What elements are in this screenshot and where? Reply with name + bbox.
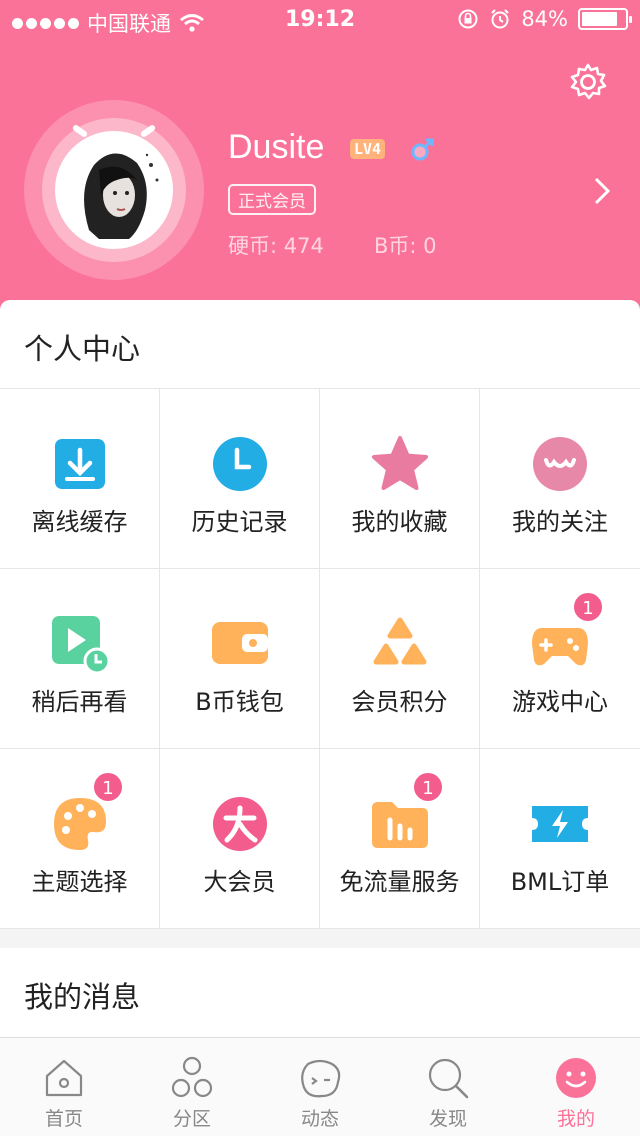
tab-dynamic[interactable]: 动态 <box>256 1038 384 1136</box>
grid-item-label: 大会员 <box>203 868 276 896</box>
grid-row: 稍后再看 B币钱包 会员积分 1 游戏中心 <box>0 569 640 749</box>
grid-item-label: 我的关注 <box>512 508 608 536</box>
wallet-icon <box>212 622 268 664</box>
tab-label: 分区 <box>172 1108 211 1130</box>
notification-badge: 1 <box>92 771 124 803</box>
notification-badge: 1 <box>412 771 444 803</box>
clock-icon <box>213 437 267 491</box>
battery-percent: 84% <box>521 7 568 31</box>
vip-icon <box>213 797 267 851</box>
follow-icon <box>533 437 587 491</box>
tab-label: 我的 <box>556 1108 595 1130</box>
grid-item-label: 主题选择 <box>31 868 128 896</box>
download-icon <box>55 439 105 489</box>
grid-item-label: 我的收藏 <box>351 508 448 536</box>
grid-item-watch-later[interactable]: 稍后再看 <box>0 569 160 748</box>
battery-icon <box>578 8 632 30</box>
profile-icon <box>556 1058 596 1098</box>
grid-item-game-center[interactable]: 1 游戏中心 <box>480 569 640 748</box>
category-icon <box>171 1056 213 1098</box>
ticket-icon <box>532 806 588 842</box>
settings-gear-icon[interactable] <box>568 62 608 102</box>
grid-item-bml-order[interactable]: BML订单 <box>480 749 640 928</box>
search-icon <box>428 1058 469 1099</box>
grid-item-theme[interactable]: 1 主题选择 <box>0 749 160 928</box>
username: Dusite <box>228 128 325 166</box>
grid-row: 1 主题选择 大会员 1 免流量服务 BML订单 <box>0 749 640 929</box>
grid-item-following[interactable]: 我的关注 <box>480 389 640 568</box>
alarm-icon <box>491 9 510 29</box>
status-right: 84% <box>457 7 632 31</box>
tab-label: 动态 <box>300 1108 339 1130</box>
member-tag: 正式会员 <box>228 184 316 215</box>
tab-discover[interactable]: 发现 <box>384 1038 512 1136</box>
gamepad-icon <box>532 628 588 666</box>
coin-count: 硬币: 474 <box>228 234 324 258</box>
dynamic-icon <box>301 1059 341 1098</box>
battery-fill <box>582 12 618 26</box>
grid-item-data-free-service[interactable]: 1 免流量服务 <box>320 749 480 928</box>
grid-item-label: B币钱包 <box>195 688 284 716</box>
section-title-my-messages: 我的消息 <box>24 980 141 1014</box>
grid-item-label: 免流量服务 <box>339 868 460 896</box>
tab-profile[interactable]: 我的 <box>512 1038 640 1136</box>
rotation-lock-icon <box>458 9 478 29</box>
points-icon <box>373 617 427 665</box>
grid-item-label: 离线缓存 <box>31 508 128 536</box>
avatar-image <box>59 135 169 245</box>
tab-category[interactable]: 分区 <box>128 1038 256 1136</box>
grid-item-label: BML订单 <box>510 868 610 896</box>
grid-item-label: 稍后再看 <box>31 688 128 716</box>
grid-row: 离线缓存 历史记录 我的收藏 我的关注 <box>0 389 640 569</box>
tab-label: 发现 <box>428 1108 467 1130</box>
grid-item-offline-cache[interactable]: 离线缓存 <box>0 389 160 568</box>
grid-item-member-points[interactable]: 会员积分 <box>320 569 480 748</box>
status-bar: 中国联通 19:12 84% <box>0 0 640 40</box>
section-title-personal-center: 个人中心 <box>24 332 141 366</box>
tab-label: 首页 <box>44 1108 83 1130</box>
home-icon <box>45 1059 83 1097</box>
star-icon <box>372 436 428 490</box>
grid-item-label: 历史记录 <box>191 508 288 536</box>
feature-grid: 离线缓存 历史记录 我的收藏 我的关注 稍后再看 B币钱包 会员积分 1 游戏中… <box>0 388 640 929</box>
tab-home[interactable]: 首页 <box>0 1038 128 1136</box>
grid-item-big-vip[interactable]: 大会员 <box>160 749 320 928</box>
palette-icon <box>54 798 106 850</box>
grid-item-favorites[interactable]: 我的收藏 <box>320 389 480 568</box>
notification-badge: 1 <box>572 591 604 623</box>
data-free-icon <box>372 802 428 848</box>
level-badge: LV4 <box>350 139 386 159</box>
b-coin-count: B币: 0 <box>374 234 437 258</box>
grid-item-b-coin-wallet[interactable]: B币钱包 <box>160 569 320 748</box>
avatar[interactable] <box>55 131 173 249</box>
grid-item-label: 游戏中心 <box>512 688 608 716</box>
grid-item-history[interactable]: 历史记录 <box>160 389 320 568</box>
watch-later-icon <box>52 616 110 674</box>
grid-item-label: 会员积分 <box>351 688 448 716</box>
male-gender-icon <box>411 138 434 161</box>
bottom-tab-bar: 首页 分区 动态 发现 我的 <box>0 1037 640 1136</box>
chevron-right-icon[interactable] <box>592 176 612 206</box>
